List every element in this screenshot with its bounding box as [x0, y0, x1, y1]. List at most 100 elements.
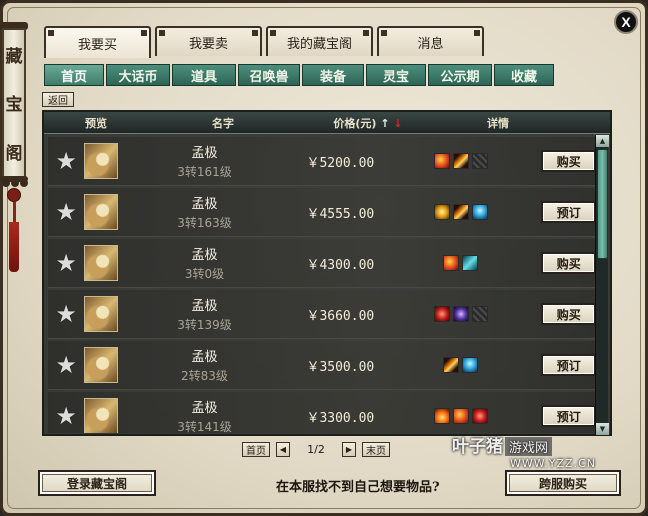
tab-buy[interactable]: 我要买	[44, 26, 151, 58]
tab-messages[interactable]: 消息	[377, 26, 484, 56]
skill-fire-icon[interactable]	[433, 153, 450, 169]
tab-currency[interactable]: 大话币	[106, 64, 170, 86]
table-row[interactable]: ★ 孟极 3转141级 ￥3300.00 预订	[48, 392, 596, 433]
table-row[interactable]: ★ 孟极 3转163级 ￥4555.00 预订	[48, 188, 596, 237]
pet-avatar-icon[interactable]	[84, 245, 119, 281]
pet-avatar-icon[interactable]	[84, 296, 119, 332]
table-row[interactable]: ★ 孟极 2转83级 ￥3500.00 预订	[48, 341, 596, 390]
table-row[interactable]: ★ 孟极 3转139级 ￥3660.00 购买	[48, 290, 596, 339]
header-price[interactable]: 价格(元) ↑ ↓	[298, 115, 438, 131]
skill-blue-icon[interactable]	[462, 357, 479, 373]
table-row[interactable]: ★ 孟极 3转0级 ￥4300.00 购买	[48, 239, 596, 288]
page-indicator: 1/2	[307, 442, 325, 456]
last-page-button[interactable]: 末页	[362, 441, 390, 457]
star-icon[interactable]: ★	[54, 148, 78, 174]
prev-page-icon[interactable]: ◀	[276, 441, 290, 457]
tassel-decoration	[6, 188, 22, 278]
skill-fire-icon[interactable]	[443, 255, 460, 271]
tab-my-pavilion[interactable]: 我的藏宝阁	[266, 26, 373, 56]
not-found-prompt: 在本服找不到自己想要物品?	[276, 480, 440, 495]
skill-red-icon[interactable]	[433, 306, 450, 322]
tab-lingbao[interactable]: 灵宝	[366, 64, 426, 86]
pet-name: 孟极	[191, 401, 218, 416]
skill-icons	[406, 153, 509, 169]
banner-char: 宝	[5, 95, 23, 116]
banner-char: 阁	[5, 144, 23, 165]
watermark-url: WWW.YZZ.CN	[509, 457, 596, 470]
pet-level: 2转83级	[181, 369, 228, 383]
scroll-thumb[interactable]	[597, 149, 608, 259]
skill-icons	[406, 255, 509, 271]
name-cell: 孟极 3转139级	[134, 295, 275, 333]
scrollbar[interactable]: ▲ ▼	[595, 135, 609, 435]
star-icon[interactable]: ★	[54, 403, 78, 429]
watermark-tag: 游戏网	[505, 437, 553, 456]
sort-ascending-icon[interactable]: ↑	[380, 117, 389, 130]
side-banner: 藏 宝 阁	[2, 28, 26, 178]
pagination: 首页 ◀ 1/2 ▶ 末页	[242, 441, 390, 457]
tab-items[interactable]: 道具	[172, 64, 236, 86]
pet-level: 3转0级	[184, 267, 225, 281]
table-rows: ★ 孟极 3转161级 ￥5200.00 购买 ★ 孟极 3转163级 ￥455…	[48, 137, 596, 433]
pet-avatar-icon[interactable]	[84, 398, 119, 433]
pet-name: 孟极	[191, 146, 218, 161]
close-button[interactable]: X	[614, 10, 638, 34]
first-page-button[interactable]: 首页	[242, 441, 270, 457]
category-tabs: 首页 大话币 道具 召唤兽 装备 灵宝 公示期 收藏	[44, 64, 554, 86]
tab-public-period[interactable]: 公示期	[428, 64, 492, 86]
header-price-label: 价格(元)	[333, 116, 377, 130]
reserve-button[interactable]: 预订	[541, 405, 596, 427]
pet-name: 孟极	[191, 197, 218, 212]
star-icon[interactable]: ★	[54, 352, 78, 378]
skill-claw-icon[interactable]	[452, 153, 469, 169]
reserve-button[interactable]: 预订	[541, 201, 596, 223]
star-icon[interactable]: ★	[54, 250, 78, 276]
tab-equipment[interactable]: 装备	[302, 64, 364, 86]
skill-claw-icon[interactable]	[452, 204, 469, 220]
pet-avatar-icon[interactable]	[84, 143, 119, 179]
star-icon[interactable]: ★	[54, 199, 78, 225]
buy-button[interactable]: 购买	[541, 252, 596, 274]
price: ￥3500.00	[306, 359, 375, 375]
sort-descending-icon[interactable]: ↓	[393, 117, 402, 130]
skill-cyan-icon[interactable]	[462, 255, 479, 271]
name-cell: 孟极 3转141级	[134, 397, 275, 433]
price: ￥5200.00	[306, 155, 375, 171]
price: ￥3300.00	[306, 410, 375, 426]
buy-button[interactable]: 购买	[541, 150, 596, 172]
pet-name: 孟极	[191, 350, 218, 365]
skill-purple-icon[interactable]	[452, 306, 469, 322]
cross-server-buy-button[interactable]: 跨服购买	[505, 470, 621, 496]
tab-home[interactable]: 首页	[44, 64, 104, 86]
pet-avatar-icon[interactable]	[84, 347, 119, 383]
scroll-up-icon[interactable]: ▲	[596, 135, 609, 147]
name-cell: 孟极 2转83级	[134, 346, 275, 384]
skill-gold-icon[interactable]	[433, 204, 450, 220]
table-header: 预览 名字 价格(元) ↑ ↓ 详情	[44, 112, 610, 134]
login-pavilion-button[interactable]: 登录藏宝阁	[38, 470, 156, 496]
pet-level: 3转161级	[177, 165, 232, 179]
price: ￥4300.00	[306, 257, 375, 273]
tab-summons[interactable]: 召唤兽	[238, 64, 300, 86]
skill-dark-icon[interactable]	[471, 306, 488, 322]
skill-orange-icon[interactable]	[433, 408, 450, 424]
skill-fire-icon[interactable]	[452, 408, 469, 424]
name-cell: 孟极 3转0级	[134, 244, 275, 282]
next-page-icon[interactable]: ▶	[342, 441, 356, 457]
back-button[interactable]: 返回	[42, 92, 74, 107]
star-icon[interactable]: ★	[54, 301, 78, 327]
skill-claw-icon[interactable]	[443, 357, 460, 373]
skill-icons	[406, 357, 509, 373]
name-cell: 孟极 3转161级	[134, 142, 275, 180]
skill-red-icon[interactable]	[471, 408, 488, 424]
reserve-button[interactable]: 预订	[541, 354, 596, 376]
skill-dark-icon[interactable]	[471, 153, 488, 169]
pet-avatar-icon[interactable]	[84, 194, 119, 230]
skill-blue-icon[interactable]	[471, 204, 488, 220]
tab-favorites[interactable]: 收藏	[494, 64, 554, 86]
buy-button[interactable]: 购买	[541, 303, 596, 325]
pet-name: 孟极	[191, 248, 218, 263]
table-row[interactable]: ★ 孟极 3转161级 ￥5200.00 购买	[48, 137, 596, 186]
tab-sell[interactable]: 我要卖	[155, 26, 262, 56]
skill-icons	[406, 306, 509, 322]
